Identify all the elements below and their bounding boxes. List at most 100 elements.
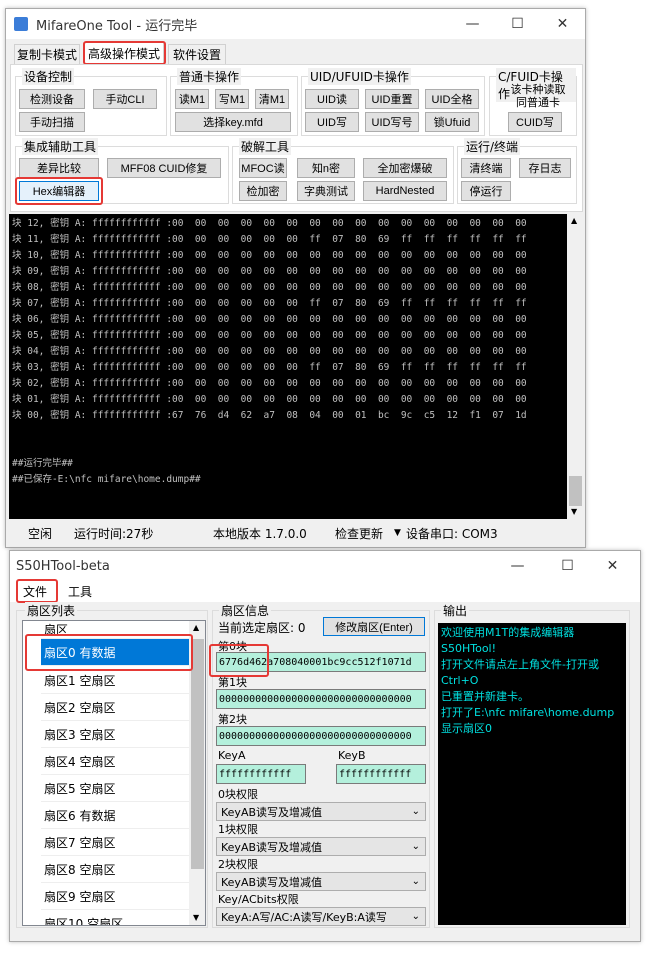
mfoc-read-button[interactable]: MFOC读 [239, 158, 287, 178]
keyb-field[interactable]: ffffffffffff [336, 764, 426, 784]
output-line: 已重置并新建卡。 [441, 690, 529, 703]
output-line: 欢迎使用M1T的集成编辑器 [441, 626, 575, 639]
output-console[interactable]: 欢迎使用M1T的集成编辑器 S50HTool! 打开文件请点左上角文件-打开或 … [438, 623, 626, 925]
status-version: 本地版本 1.7.0.0 [213, 526, 307, 541]
status-bar: 空闲 运行时间:27秒 本地版本 1.7.0.0 检查更新 ▼ 设备串口: CO… [9, 521, 584, 545]
console-line: ##运行完毕## [12, 458, 73, 469]
uid-read-button[interactable]: UID读 [305, 89, 359, 109]
menu-bar [10, 580, 640, 602]
output-line: 打开了E:\nfc mifare\home.dump [441, 706, 615, 719]
perm-0-label: 0块权限 [218, 788, 258, 801]
console-line: 块 00, 密钥 A: ffffffffffff :67 76 d4 62 a7… [12, 410, 527, 421]
save-log-button[interactable]: 存日志 [519, 158, 571, 178]
console-line: 块 04, 密钥 A: ffffffffffff :00 00 00 00 00… [12, 346, 527, 357]
tab-settings[interactable]: 软件设置 [168, 44, 226, 64]
chevron-down-icon: ⌄ [411, 876, 420, 887]
console-line: ##已保存-E:\nfc mifare\home.dump## [12, 474, 201, 485]
keya-field[interactable]: ffffffffffff [216, 764, 306, 784]
full-crack-button[interactable]: 全加密爆破 [363, 158, 447, 178]
highlight-advanced-tab [83, 41, 166, 65]
dictionary-test-button[interactable]: 字典测试 [297, 181, 355, 201]
perm-0-select[interactable]: KeyAB读写及增减值 ⌄ [216, 802, 426, 821]
highlight-hex-editor [15, 177, 103, 205]
title-bar: MifareOne Tool - 运行完毕 — ☐ ✕ [6, 9, 585, 39]
manual-cli-button[interactable]: 手动CLI [93, 89, 157, 109]
scroll-up-icon[interactable]: ▲ [193, 623, 199, 632]
uid-write-button[interactable]: UID写 [305, 112, 359, 132]
check-device-button[interactable]: 检测设备 [19, 89, 85, 109]
close-icon[interactable]: ✕ [590, 551, 635, 581]
read-m1-button[interactable]: 读M1 [175, 89, 209, 109]
scroll-up-icon[interactable]: ▲ [571, 216, 577, 225]
check-encryption-button[interactable]: 检加密 [239, 181, 287, 201]
block-1-label: 第1块 [218, 676, 247, 689]
sector-item-4[interactable]: 扇区4 空扇区 [41, 748, 205, 775]
sector-item-8[interactable]: 扇区8 空扇区 [41, 856, 205, 883]
highlight-sector-0 [25, 634, 193, 671]
write-m1-button[interactable]: 写M1 [215, 89, 249, 109]
sector-item-5[interactable]: 扇区5 空扇区 [41, 775, 205, 802]
terminal-scrollbar[interactable]: ▲ ▼ [567, 214, 584, 519]
diff-compare-button[interactable]: 差异比较 [19, 158, 99, 178]
sector-item-7[interactable]: 扇区7 空扇区 [41, 829, 205, 856]
console-line: 块 01, 密钥 A: ffffffffffff :00 00 00 00 00… [12, 394, 527, 405]
console-line: 块 03, 密钥 A: ffffffffffff :00 00 00 00 00… [12, 362, 527, 373]
tab-copy-mode[interactable]: 复制卡模式 [14, 44, 80, 64]
perm-2-select[interactable]: KeyAB读写及增减值 ⌄ [216, 872, 426, 891]
minimize-icon[interactable]: — [450, 9, 495, 39]
console-line: 块 11, 密钥 A: ffffffffffff :00 00 00 00 00… [12, 234, 527, 245]
current-sector-label: 当前选定扇区: 0 [218, 621, 306, 635]
hardnested-button[interactable]: HardNested [363, 181, 447, 201]
sector-item-9[interactable]: 扇区9 空扇区 [41, 883, 205, 910]
perm-1-label: 1块权限 [218, 823, 258, 836]
console-line: 块 07, 密钥 A: ffffffffffff :00 00 00 00 00… [12, 298, 527, 309]
modify-sector-button[interactable]: 修改扇区(Enter) [323, 617, 425, 636]
sector-item-10[interactable]: 扇区10 空扇区 [41, 910, 205, 926]
uid-write-number-button[interactable]: UID写号 [365, 112, 419, 132]
scroll-thumb[interactable] [191, 639, 204, 869]
sector-item-6[interactable]: 扇区6 有数据 [41, 802, 205, 829]
sector-item-3[interactable]: 扇区3 空扇区 [41, 721, 205, 748]
stop-run-button[interactable]: 停运行 [461, 181, 511, 201]
perm-1-select[interactable]: KeyAB读写及增减值 ⌄ [216, 837, 426, 856]
sector-item-2[interactable]: 扇区2 空扇区 [41, 694, 205, 721]
chevron-down-icon[interactable]: ▼ [394, 528, 401, 538]
console-line: 块 09, 密钥 A: ffffffffffff :00 00 00 00 00… [12, 266, 527, 277]
keya-label: KeyA [218, 749, 246, 762]
check-update-link[interactable]: 检查更新 [335, 525, 383, 542]
keyb-label: KeyB [338, 749, 366, 762]
terminal-output[interactable]: 块 12, 密钥 A: ffffffffffff :00 00 00 00 00… [9, 214, 567, 519]
cuid-write-button[interactable]: CUID写 [508, 112, 562, 132]
highlight-file-menu [16, 579, 58, 603]
scroll-thumb[interactable] [569, 476, 582, 506]
menu-tools[interactable]: 工具 [68, 583, 92, 600]
maximize-icon[interactable]: ☐ [545, 551, 590, 581]
mff08-repair-button[interactable]: MFF08 CUID修复 [107, 158, 221, 178]
uid-reset-button[interactable]: UID重置 [365, 89, 419, 109]
sector-item-1[interactable]: 扇区1 空扇区 [41, 667, 205, 694]
block-1-field[interactable]: 00000000000000000000000000000000 [216, 689, 426, 709]
manual-scan-button[interactable]: 手动扫描 [19, 112, 85, 132]
close-icon[interactable]: ✕ [540, 9, 585, 39]
console-line: 块 05, 密钥 A: ffffffffffff :00 00 00 00 00… [12, 330, 527, 341]
scroll-down-icon[interactable]: ▼ [571, 507, 577, 516]
console-line: 块 06, 密钥 A: ffffffffffff :00 00 00 00 00… [12, 314, 527, 325]
block-2-field[interactable]: 00000000000000000000000000000000 [216, 726, 426, 746]
window-title-2: S50HTool-beta [16, 558, 110, 574]
block-2-label: 第2块 [218, 713, 247, 726]
select-key-button[interactable]: 选择key.mfd [175, 112, 291, 132]
clear-m1-button[interactable]: 清M1 [255, 89, 289, 109]
status-run-time: 运行时间:27秒 [74, 526, 154, 541]
output-line: S50HTool! [441, 642, 497, 655]
chevron-down-icon: ⌄ [411, 806, 420, 817]
minimize-icon[interactable]: — [495, 551, 540, 581]
uid-full-format-button[interactable]: UID全格 [425, 89, 479, 109]
maximize-icon[interactable]: ☐ [495, 9, 540, 39]
scroll-down-icon[interactable]: ▼ [193, 913, 199, 922]
known-key-button[interactable]: 知n密 [297, 158, 355, 178]
lock-ufuid-button[interactable]: 锁Ufuid [425, 112, 479, 132]
window-title: MifareOne Tool - 运行完毕 [36, 18, 198, 34]
clear-terminal-button[interactable]: 清终端 [461, 158, 511, 178]
perm-3-select[interactable]: KeyA:A写/AC:A读写/KeyB:A读写 ⌄ [216, 907, 426, 926]
output-line: 打开文件请点左上角文件-打开或 [441, 658, 599, 671]
